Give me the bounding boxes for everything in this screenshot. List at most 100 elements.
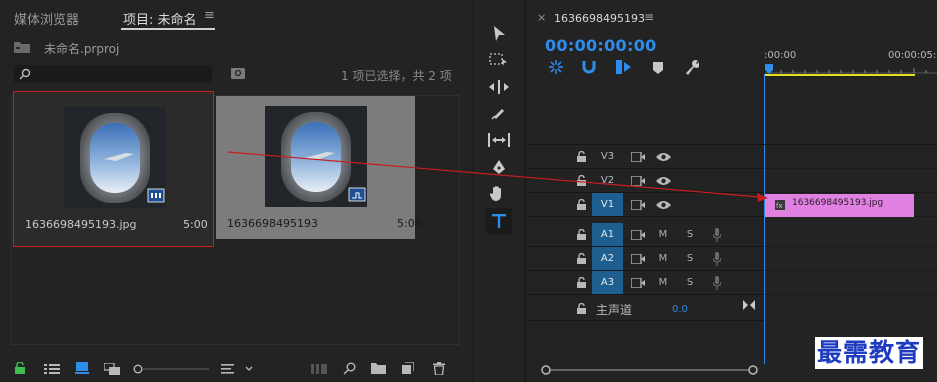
track-lock-icon[interactable] <box>577 277 586 288</box>
razor-tool-icon[interactable] <box>491 106 505 120</box>
slip-tool-icon[interactable] <box>488 133 510 147</box>
tab-menu-icon[interactable]: ≡ <box>204 8 215 23</box>
mute-button[interactable]: M <box>657 277 669 288</box>
track-target-v2[interactable]: V2 <box>592 169 623 193</box>
project-item-1[interactable]: 1636698495193.jpg 5:00 <box>13 91 214 247</box>
tab-media-browser[interactable]: 媒体浏览器 <box>14 9 79 28</box>
new-search-bin-icon[interactable] <box>231 68 245 79</box>
master-go-to-icon[interactable] <box>743 300 755 310</box>
eye-icon[interactable] <box>656 152 671 162</box>
freeform-view-icon[interactable] <box>104 363 121 375</box>
mute-button[interactable]: M <box>657 253 669 264</box>
track-separator <box>527 216 764 217</box>
track-row: A1 M S <box>527 223 937 247</box>
track-row: V3 <box>527 145 937 169</box>
track-lock-icon[interactable] <box>577 253 586 264</box>
find-icon[interactable] <box>343 362 356 375</box>
track-lock-icon[interactable] <box>577 199 586 210</box>
sync-lock-icon[interactable] <box>631 230 645 240</box>
solo-button[interactable]: S <box>684 229 696 240</box>
track-target-v1[interactable]: V1 <box>592 193 623 217</box>
solo-button[interactable]: S <box>684 277 696 288</box>
microphone-icon[interactable] <box>713 276 721 290</box>
project-item-2[interactable]: 1636698495193 5:00 <box>216 96 422 239</box>
ruler-label-5s: 00:00:05:0 <box>888 50 937 61</box>
trash-icon[interactable] <box>433 362 445 375</box>
item-name: 1636698495193.jpg <box>25 218 137 231</box>
track-target-a3[interactable]: A3 <box>592 271 623 295</box>
track-lock-icon[interactable] <box>577 151 586 162</box>
folder-icon <box>14 41 30 53</box>
thumbnail-airplane-window <box>265 106 367 207</box>
ripple-edit-tool-icon[interactable] <box>489 80 509 94</box>
automate-to-sequence-icon <box>311 363 327 375</box>
sync-lock-icon[interactable] <box>631 254 645 264</box>
tools-panel <box>474 0 524 382</box>
selection-tool-icon[interactable] <box>492 26 506 42</box>
svg-text:fx: fx <box>776 202 783 210</box>
master-row-border <box>527 320 764 321</box>
thumbnail-airplane-window <box>64 107 166 208</box>
tab-project[interactable]: 项目: 未命名 <box>123 9 197 28</box>
lock-icon[interactable] <box>15 362 25 374</box>
sort-icons-icon[interactable] <box>221 364 253 374</box>
master-track-label: 主声道 <box>596 303 633 317</box>
eye-icon[interactable] <box>656 176 671 186</box>
close-icon[interactable]: × <box>537 11 546 24</box>
sync-lock-icon[interactable] <box>631 176 645 186</box>
sync-lock-icon[interactable] <box>631 152 645 162</box>
timecode-display[interactable]: 00:00:00:00 <box>545 36 657 55</box>
zoom-slider[interactable] <box>133 364 211 374</box>
watermark-logo: 最需教育 <box>815 337 924 369</box>
project-file-name: 未命名.prproj <box>44 42 120 56</box>
track-target-a2[interactable]: A2 <box>592 247 623 271</box>
sequence-tab[interactable]: 1636698495193 <box>554 12 645 25</box>
project-panel: 媒体浏览器 项目: 未命名 ≡ 未命名.prproj 1 项已选择，共 2 项 <box>0 0 472 382</box>
time-ruler[interactable] <box>765 63 937 77</box>
sync-lock-icon[interactable] <box>631 278 645 288</box>
wrench-settings-icon[interactable] <box>684 60 699 75</box>
track-target-a1[interactable]: A1 <box>592 223 623 247</box>
track-lock-icon[interactable] <box>577 229 586 240</box>
snap-icon[interactable] <box>582 60 596 74</box>
list-view-icon[interactable] <box>44 363 60 375</box>
microphone-icon[interactable] <box>713 228 721 242</box>
search-icon <box>19 68 31 80</box>
hand-tool-icon[interactable] <box>490 185 506 202</box>
pen-tool-icon[interactable] <box>491 159 507 175</box>
ruler-label-start: :00:00 <box>764 50 797 61</box>
timeline-clip-v1[interactable]: fx 1636698495193.jpg <box>765 194 914 217</box>
search-input[interactable] <box>14 65 212 83</box>
track-row: A2 M S <box>527 247 937 271</box>
selection-status: 1 项已选择，共 2 项 <box>341 69 452 83</box>
new-bin-icon[interactable] <box>371 363 386 374</box>
playhead[interactable] <box>765 64 773 74</box>
type-tool-icon[interactable] <box>486 208 512 234</box>
track-select-tool-icon[interactable] <box>489 53 509 67</box>
timeline-panel: × 1636698495193 ≡ 00:00:00:00 :00:00 00:… <box>527 0 937 382</box>
sync-lock-icon[interactable] <box>631 200 645 210</box>
microphone-icon[interactable] <box>713 252 721 266</box>
nest-sequence-icon[interactable] <box>549 60 563 74</box>
mute-button[interactable]: M <box>657 229 669 240</box>
new-item-icon[interactable] <box>402 362 414 374</box>
item-duration: 5:00 <box>183 218 208 231</box>
sequence-menu-icon[interactable]: ≡ <box>644 10 654 24</box>
clip-name: 1636698495193.jpg <box>792 198 884 208</box>
track-row: A3 M S <box>527 271 937 295</box>
solo-button[interactable]: S <box>684 253 696 264</box>
master-lock-icon[interactable] <box>577 303 586 314</box>
linked-selection-icon[interactable] <box>616 60 632 74</box>
active-tab-indicator <box>121 28 215 30</box>
eye-icon[interactable] <box>656 200 671 210</box>
icon-view-icon[interactable] <box>75 362 89 374</box>
track-target-v3[interactable]: V3 <box>592 145 623 169</box>
track-lane-separator <box>765 294 937 295</box>
track-separator <box>527 294 764 295</box>
item-name: 1636698495193 <box>227 217 318 230</box>
playhead-line <box>764 74 765 364</box>
master-volume-value[interactable]: 0.0 <box>672 304 688 315</box>
add-marker-icon[interactable] <box>653 62 663 74</box>
track-lock-icon[interactable] <box>577 175 586 186</box>
item-duration: 5:00 <box>397 217 422 230</box>
